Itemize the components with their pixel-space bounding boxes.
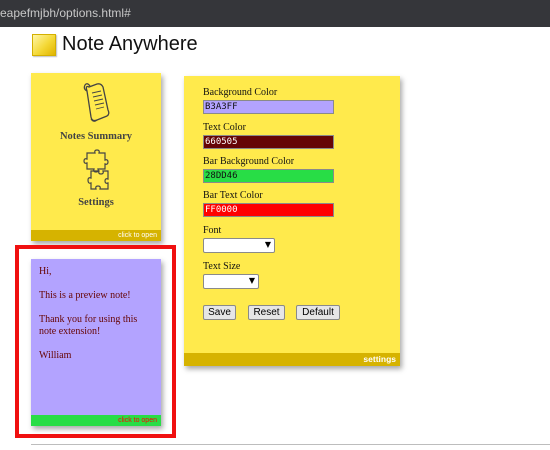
background-color-label: Background Color: [203, 87, 278, 98]
text-color-label: Text Color: [203, 122, 246, 133]
preview-line: This is a preview note!: [39, 290, 131, 301]
font-select[interactable]: ▼: [203, 238, 275, 253]
url-text[interactable]: eapefmjbh/options.html#: [0, 6, 131, 20]
dropdown-arrow-icon: ▼: [264, 240, 271, 249]
dropdown-arrow-icon: ▼: [248, 276, 255, 285]
notes-summary-icon: [83, 83, 110, 122]
preview-line: Thank you for using this note extension!: [39, 314, 138, 337]
bar-background-color-label: Bar Background Color: [203, 156, 295, 167]
background-color-input[interactable]: [203, 100, 334, 114]
preview-line: William: [39, 350, 72, 361]
settings-label: Settings: [78, 197, 114, 208]
save-button[interactable]: Save: [203, 305, 236, 320]
bar-text-color-input[interactable]: [203, 203, 334, 217]
app-title: Note Anywhere: [62, 33, 198, 55]
bar-text-color-label: Bar Text Color: [203, 190, 263, 201]
browser-url-bar[interactable]: eapefmjbh/options.html#: [0, 0, 550, 27]
navigation-card: Notes Summary Settings click to open: [31, 73, 161, 241]
divider: [31, 444, 550, 445]
preview-note-text: Hi, This is a preview note! Thank you fo…: [39, 266, 155, 374]
notes-summary-label: Notes Summary: [59, 131, 133, 142]
preview-note[interactable]: Hi, This is a preview note! Thank you fo…: [31, 259, 161, 426]
nav-card-footer[interactable]: click to open: [31, 230, 161, 241]
preview-note-footer[interactable]: click to open: [31, 415, 161, 426]
default-button[interactable]: Default: [296, 305, 340, 320]
settings-panel: Background Color Text Color Bar Backgrou…: [184, 76, 400, 366]
puzzle-settings-icon: [83, 149, 109, 190]
bar-background-color-input[interactable]: [203, 169, 334, 183]
font-label: Font: [203, 225, 222, 236]
text-size-label: Text Size: [203, 261, 241, 272]
notes-summary-link[interactable]: Notes Summary: [31, 81, 161, 142]
settings-footer: settings: [184, 353, 400, 366]
preview-line: Hi,: [39, 266, 52, 277]
reset-button[interactable]: Reset: [248, 305, 285, 320]
text-size-select[interactable]: ▼: [203, 274, 259, 289]
text-color-input[interactable]: [203, 135, 334, 149]
note-logo-icon: [32, 34, 56, 56]
settings-link[interactable]: Settings: [31, 149, 161, 208]
